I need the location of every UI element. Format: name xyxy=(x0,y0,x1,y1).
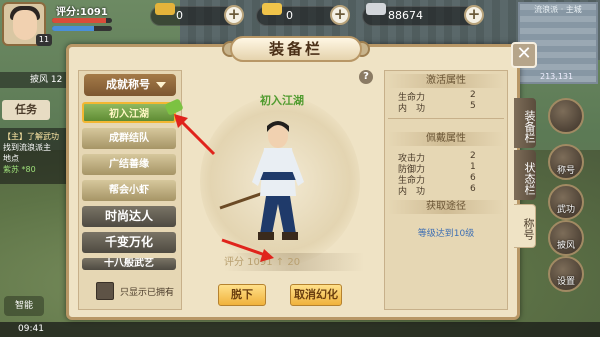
clock: 09:41 xyxy=(18,324,44,334)
title-item[interactable]: 十八般武艺 xyxy=(82,258,176,270)
side-title-label: 称号 xyxy=(556,166,575,176)
chevron-down-icon xyxy=(156,82,166,88)
source-link[interactable]: 等级达到10级 xyxy=(384,226,508,239)
add-gem-button[interactable]: + xyxy=(224,5,244,25)
mp-bar xyxy=(52,26,112,31)
owned-only-label: 只显示已拥有 xyxy=(120,288,175,298)
annotation-arrow-icon xyxy=(174,114,216,156)
hp-bar xyxy=(52,18,112,23)
divider xyxy=(388,118,504,119)
resource-silver-value: 88674 xyxy=(388,9,423,22)
tab-titles[interactable]: 称号 xyxy=(514,204,536,248)
quest-tracker[interactable]: 【主】了解武功 找到流浪派主 地点 紫苏 *80 xyxy=(0,128,70,184)
help-icon[interactable]: ? xyxy=(359,70,373,84)
title-item-selected[interactable]: 初入江湖 xyxy=(82,102,176,123)
title-item[interactable]: 广结善缘 xyxy=(82,154,176,175)
quest-line: 地点 xyxy=(3,154,19,163)
side-cloak-label: 披风 xyxy=(556,241,575,251)
annotation-arrow-icon xyxy=(221,238,274,262)
cancel-transform-button[interactable]: 取消幻化 xyxy=(290,284,342,306)
minimap-title: 流浪派 · 主城 xyxy=(534,5,582,14)
activate-attr-header: 激活属性 xyxy=(388,74,504,88)
expand-menu-button[interactable] xyxy=(548,98,584,134)
current-title-name: 初入江湖 xyxy=(260,94,304,107)
title-item[interactable]: 时尚达人 xyxy=(82,206,176,227)
tab-status[interactable]: 状态栏 xyxy=(514,150,536,200)
side-skill-label: 武功 xyxy=(556,205,575,215)
quest-line: 紫苏 *80 xyxy=(3,165,36,174)
score-label: 评分:1091 xyxy=(56,7,108,18)
title-item[interactable]: 千变万化 xyxy=(82,232,176,253)
gem-icon xyxy=(155,3,175,15)
resource-gem-value: 0 xyxy=(176,9,183,22)
window-title-banner: 装备栏 xyxy=(230,36,362,62)
title-item[interactable]: 帮会小虾 xyxy=(82,180,176,201)
add-silver-button[interactable]: + xyxy=(464,5,484,25)
source-header: 获取途径 xyxy=(388,200,504,214)
player-level: 11 xyxy=(36,34,52,46)
wear-attr-header: 佩戴属性 xyxy=(388,132,504,146)
gold-bar-icon xyxy=(262,3,282,15)
attr-row: 内 功5 xyxy=(398,101,476,114)
resource-gold-value: 0 xyxy=(286,9,293,22)
character-figure xyxy=(219,121,304,240)
window-title: 装备栏 xyxy=(268,40,323,58)
status-bar xyxy=(0,322,600,337)
silver-icon xyxy=(366,3,386,15)
side-settings-label: 设置 xyxy=(556,277,575,287)
auto-button[interactable]: 智能 xyxy=(4,296,44,316)
quest-line: 【主】了解武功 xyxy=(3,132,59,141)
add-gold-button[interactable]: + xyxy=(330,5,350,25)
tab-equipment[interactable]: 装备栏 xyxy=(514,98,536,148)
minimap-coordinates: 213,131 xyxy=(540,72,574,81)
title-item[interactable]: 成群结队 xyxy=(82,128,176,149)
quest-line: 找到流浪派主 xyxy=(3,143,51,152)
avatar-face xyxy=(13,10,37,40)
remove-title-button[interactable]: 脱下 xyxy=(218,284,266,306)
owned-only-checkbox[interactable] xyxy=(96,282,114,300)
task-tab[interactable]: 任务 xyxy=(2,100,50,120)
left-info-panel[interactable]: 披风 12 xyxy=(0,72,70,88)
close-button[interactable]: ✕ xyxy=(511,42,537,68)
attr-row: 内 功6 xyxy=(398,184,476,197)
